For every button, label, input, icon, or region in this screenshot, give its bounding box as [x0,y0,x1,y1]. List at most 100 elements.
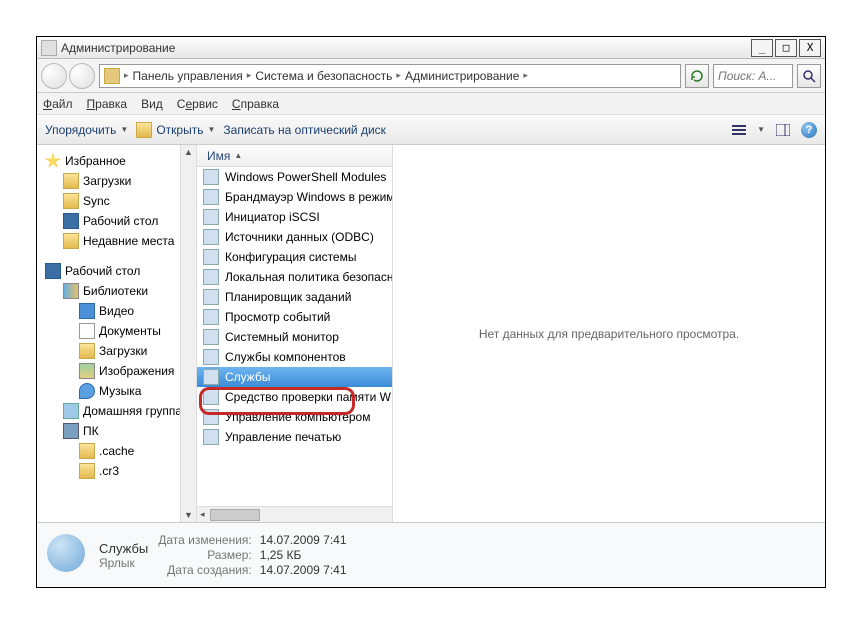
list-item-label: Службы [225,370,270,384]
nav-lib-images[interactable]: Изображения [37,361,196,381]
list-h-scrollbar[interactable]: ◂ [197,506,392,522]
organize-button[interactable]: Упорядочить▼ [45,123,128,137]
list-item-label: Управление компьютером [225,410,370,424]
list-item-label: Планировщик заданий [225,290,351,304]
list-item[interactable]: Windows PowerShell Modules [197,167,392,187]
details-name: Службы [99,541,148,556]
search-button[interactable] [797,64,821,88]
window-title: Администрирование [61,41,749,55]
breadcrumb[interactable]: ▸ Панель управления ▸ Система и безопасн… [99,64,681,88]
forward-button[interactable] [69,63,95,89]
created-label: Дата создания: [158,563,252,577]
address-bar: ▸ Панель управления ▸ Система и безопасн… [37,59,825,93]
nav-pc-cache[interactable]: .cache [37,441,196,461]
nav-item-desktop[interactable]: Рабочий стол [37,211,196,231]
shortcut-icon [203,369,219,385]
list-item[interactable]: Брандмауэр Windows в режим [197,187,392,207]
list-item[interactable]: Управление печатью [197,427,392,447]
shortcut-icon [203,349,219,365]
nav-favorites[interactable]: Избранное [37,151,196,171]
shortcut-icon [203,269,219,285]
folder-icon [104,68,120,84]
close-button[interactable]: X [799,39,821,57]
nav-desktop[interactable]: Рабочий стол [37,261,196,281]
list-item[interactable]: Инициатор iSCSI [197,207,392,227]
open-button[interactable]: Открыть▼ [136,122,215,138]
list-item[interactable]: Системный монитор [197,327,392,347]
view-dropdown-icon[interactable]: ▼ [757,125,765,134]
nav-lib-documents[interactable]: Документы [37,321,196,341]
breadcrumb-item[interactable]: Администрирование [405,69,519,83]
nav-lib-video[interactable]: Видео [37,301,196,321]
view-options-button[interactable] [729,120,749,140]
breadcrumb-item[interactable]: Система и безопасность [255,69,392,83]
explorer-window: Администрирование _ □ X ▸ Панель управле… [36,36,826,588]
list-item-label: Источники данных (ODBC) [225,230,374,244]
menu-tools[interactable]: Сервис [177,97,218,111]
list-item[interactable]: Управление компьютером [197,407,392,427]
refresh-button[interactable] [685,64,709,88]
back-button[interactable] [41,63,67,89]
details-pane: Службы Ярлык Дата изменения: 14.07.2009 … [37,523,825,587]
star-icon [45,153,61,169]
menu-file[interactable]: ФФайлайл [43,97,73,111]
list-item-label: Управление печатью [225,430,341,444]
shortcut-icon [203,209,219,225]
details-type: Ярлык [99,556,148,570]
help-button[interactable]: ? [801,122,817,138]
titlebar: Администрирование _ □ X [37,37,825,59]
breadcrumb-item[interactable]: Панель управления [133,69,243,83]
list-item[interactable]: Конфигурация системы [197,247,392,267]
nav-libraries[interactable]: Библиотеки [37,281,196,301]
list-item-label: Локальная политика безопасн [225,270,392,284]
menu-edit[interactable]: Правка [87,97,128,111]
burn-button[interactable]: Записать на оптический диск [223,123,386,137]
menu-view[interactable]: Вид [141,97,163,111]
list-item[interactable]: Источники данных (ODBC) [197,227,392,247]
shortcut-icon [203,169,219,185]
minimize-button[interactable]: _ [751,39,773,57]
menubar: ФФайлайл Правка Вид Сервис Справка [37,93,825,115]
nav-item-sync[interactable]: Sync [37,191,196,211]
list-item-label: Брандмауэр Windows в режим [225,190,392,204]
nav-lib-downloads[interactable]: Загрузки [37,341,196,361]
search-box[interactable] [713,64,793,88]
list-item[interactable]: Просмотр событий [197,307,392,327]
nav-lib-music[interactable]: Музыка [37,381,196,401]
size-label: Размер: [158,548,252,562]
navigation-pane: Избранное Загрузки Sync Рабочий стол Нед… [37,145,197,522]
list-item[interactable]: Средство проверки памяти W [197,387,392,407]
maximize-button[interactable]: □ [775,39,797,57]
menu-help[interactable]: Справка [232,97,279,111]
file-list: Имя▲ Windows PowerShell Modules Брандмауэ… [197,145,393,522]
nav-item-downloads[interactable]: Загрузки [37,171,196,191]
list-item-label: Службы компонентов [225,350,346,364]
list-item-label: Windows PowerShell Modules [225,170,386,184]
toolbar: Упорядочить▼ Открыть▼ Записать на оптиче… [37,115,825,145]
preview-pane-button[interactable] [773,120,793,140]
search-input[interactable] [718,69,788,83]
system-icon [41,40,57,56]
shortcut-icon [203,429,219,445]
modified-label: Дата изменения: [158,533,252,547]
modified-value: 14.07.2009 7:41 [260,533,347,547]
shortcut-icon [203,249,219,265]
nav-homegroup[interactable]: Домашняя группа [37,401,196,421]
preview-pane: Нет данных для предварительного просмотр… [393,145,825,522]
filetype-icon [47,534,89,576]
list-item[interactable]: Службы [197,367,392,387]
created-value: 14.07.2009 7:41 [260,563,347,577]
nav-pc-cr3[interactable]: .cr3 [37,461,196,481]
list-item[interactable]: Планировщик заданий [197,287,392,307]
shortcut-icon [203,409,219,425]
column-header-name[interactable]: Имя▲ [197,145,392,167]
shortcut-icon [203,189,219,205]
shortcut-icon [203,389,219,405]
list-item[interactable]: Локальная политика безопасн [197,267,392,287]
nav-pc[interactable]: ПК [37,421,196,441]
open-icon [136,122,152,138]
list-item[interactable]: Службы компонентов [197,347,392,367]
preview-empty-text: Нет данных для предварительного просмотр… [479,327,739,341]
nav-item-recent[interactable]: Недавние места [37,231,196,251]
nav-scrollbar[interactable]: ▲▼ [180,145,196,522]
